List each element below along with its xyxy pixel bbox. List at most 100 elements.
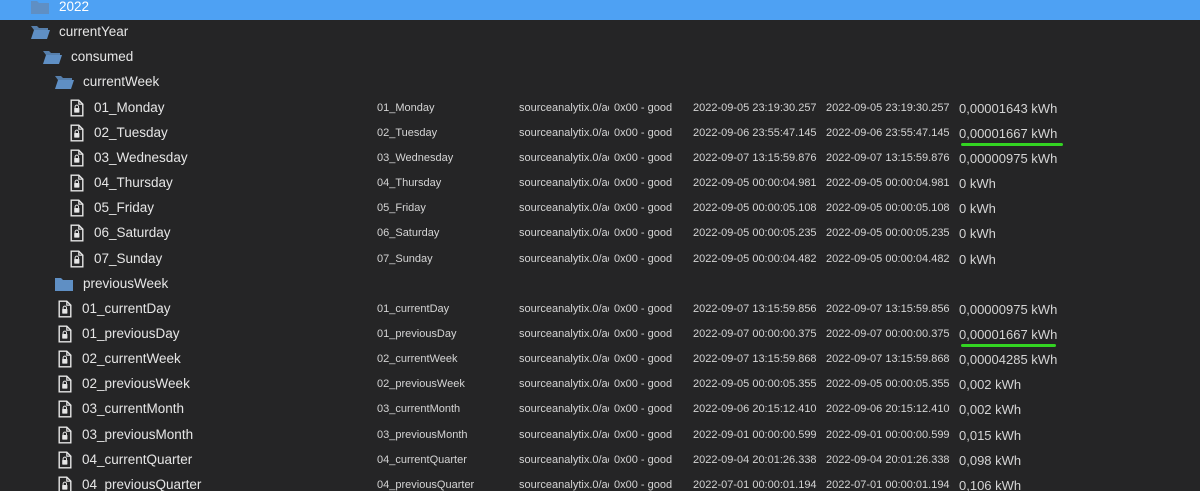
tree-row-state[interactable]: 03_Wednesday 03_Wednesday sourceanalytix.0… bbox=[0, 146, 1200, 171]
value-cell: 0,00001667 kWh bbox=[959, 326, 1058, 342]
file-lock-icon bbox=[58, 400, 76, 418]
status-cell: 0x00 - good bbox=[614, 353, 673, 366]
status-cell: 0x00 - good bbox=[614, 478, 673, 491]
status-cell: 0x00 - good bbox=[614, 327, 673, 340]
display-name-cell: 01_previousDay bbox=[377, 327, 457, 340]
display-name-cell: 07_Sunday bbox=[377, 252, 433, 265]
status-cell: 0x00 - good bbox=[614, 302, 673, 315]
file-lock-icon bbox=[58, 325, 76, 343]
display-name-cell: 04_Thursday bbox=[377, 177, 442, 189]
display-name-cell: 03_currentMonth bbox=[377, 403, 461, 416]
source-timestamp-cell: 2022-09-01 00:00:00.599 bbox=[693, 428, 817, 441]
file-lock-icon bbox=[70, 99, 88, 117]
node-path-cell: sourceanalytix.0/ad... bbox=[519, 126, 609, 139]
file-lock-icon bbox=[70, 149, 88, 167]
tree-row-state[interactable]: 02_previousWeek 02_previousWeek sourceanal… bbox=[0, 372, 1200, 397]
server-timestamp-cell: 2022-09-05 23:19:30.257 bbox=[826, 101, 950, 114]
node-path-cell: sourceanalytix.0/ad... bbox=[519, 327, 609, 340]
node-path-cell: sourceanalytix.0/ad... bbox=[519, 177, 609, 189]
status-cell: 0x00 - good bbox=[614, 126, 673, 139]
source-timestamp-cell: 2022-09-07 13:15:59.868 bbox=[693, 353, 817, 366]
server-timestamp-cell: 2022-09-05 00:00:05.355 bbox=[826, 378, 950, 391]
tree-row-state[interactable]: 01_currentDay 01_currentDay sourceanalytix… bbox=[0, 297, 1200, 322]
value-cell: 0 kWh bbox=[959, 251, 996, 267]
value-cell: 0,00000975 kWh bbox=[959, 301, 1058, 317]
source-timestamp-cell: 2022-09-07 13:15:59.876 bbox=[693, 151, 817, 164]
source-timestamp-cell: 2022-09-04 20:01:26.338 bbox=[693, 453, 817, 466]
file-lock-icon bbox=[58, 300, 76, 318]
display-name-cell: 04_currentQuarter bbox=[377, 453, 467, 466]
file-lock-icon bbox=[58, 451, 76, 469]
tree-row-folder[interactable]: 2022 bbox=[0, 0, 1200, 20]
display-name-cell: 03_Wednesday bbox=[377, 151, 454, 164]
tree-row-name: 06_Saturday bbox=[94, 225, 171, 241]
value-cell: 0,00001667 kWh bbox=[959, 125, 1058, 141]
node-path-cell: sourceanalytix.0/ad... bbox=[519, 378, 609, 391]
node-path-cell: sourceanalytix.0/ad... bbox=[519, 202, 609, 215]
tree-row-state[interactable]: 02_Tuesday 02_Tuesday sourceanalytix.0/ad.… bbox=[0, 121, 1200, 146]
server-timestamp-cell: 2022-09-05 00:00:04.981 bbox=[826, 177, 950, 189]
tree-row-folder[interactable]: currentWeek bbox=[0, 70, 1200, 95]
server-timestamp-cell: 2022-09-05 00:00:05.108 bbox=[826, 202, 950, 215]
tree-row-state[interactable]: 02_currentWeek 02_currentWeek sourceanalyt… bbox=[0, 347, 1200, 372]
tree-row-state[interactable]: 03_previousMonth 03_previousMonth sourcean… bbox=[0, 423, 1200, 448]
tree-row-folder[interactable]: previousWeek bbox=[0, 272, 1200, 297]
tree-row-state[interactable]: 04_previousQuarter 04_previousQuarter sour… bbox=[0, 473, 1200, 491]
status-cell: 0x00 - good bbox=[614, 252, 673, 265]
tree-row-state[interactable]: 05_Friday 05_Friday sourceanalytix.0/ad...… bbox=[0, 196, 1200, 221]
display-name-cell: 01_currentDay bbox=[377, 302, 450, 315]
server-timestamp-cell: 2022-09-07 00:00:00.375 bbox=[826, 327, 950, 340]
node-path-cell: sourceanalytix.0/ad... bbox=[519, 353, 609, 366]
status-cell: 0x00 - good bbox=[614, 428, 673, 441]
server-timestamp-cell: 2022-09-07 13:15:59.856 bbox=[826, 302, 950, 315]
tree-row-name: 01_currentDay bbox=[82, 300, 171, 316]
folder-open-icon bbox=[54, 74, 74, 92]
folder-icon bbox=[30, 0, 49, 17]
value-cell: 0,098 kWh bbox=[959, 452, 1022, 468]
source-timestamp-cell: 2022-09-05 00:00:04.981 bbox=[693, 177, 817, 189]
display-name-cell: 05_Friday bbox=[377, 202, 426, 215]
source-timestamp-cell: 2022-09-05 23:19:30.257 bbox=[693, 101, 817, 114]
node-path-cell: sourceanalytix.0/ad... bbox=[519, 403, 609, 416]
value-cell: 0,002 kWh bbox=[959, 402, 1022, 418]
status-cell: 0x00 - good bbox=[614, 101, 673, 114]
status-cell: 0x00 - good bbox=[614, 227, 673, 240]
source-timestamp-cell: 2022-09-05 00:00:05.355 bbox=[693, 378, 817, 391]
tree-row-name: 04_previousQuarter bbox=[82, 476, 202, 491]
tree-row-state[interactable]: 03_currentMonth 03_currentMonth sourceanal… bbox=[0, 397, 1200, 422]
folder-open-icon bbox=[30, 24, 50, 42]
tree-row-state[interactable]: 07_Sunday 07_Sunday sourceanalytix.0/ad...… bbox=[0, 247, 1200, 272]
source-timestamp-cell: 2022-09-05 00:00:05.235 bbox=[693, 227, 817, 240]
status-cell: 0x00 - good bbox=[614, 202, 673, 215]
tree-row-name: 02_currentWeek bbox=[82, 351, 181, 367]
server-timestamp-cell: 2022-09-07 13:15:59.876 bbox=[826, 151, 950, 164]
status-cell: 0x00 - good bbox=[614, 177, 673, 189]
tree-row-name: 04_currentQuarter bbox=[82, 451, 193, 467]
server-timestamp-cell: 2022-09-05 00:00:04.482 bbox=[826, 252, 950, 265]
tree-row-name: 02_previousWeek bbox=[82, 376, 190, 392]
tree-row-state[interactable]: 01_Monday 01_Monday sourceanalytix.0/ad...… bbox=[0, 96, 1200, 121]
status-cell: 0x00 - good bbox=[614, 378, 673, 391]
source-timestamp-cell: 2022-09-06 23:55:47.145 bbox=[693, 126, 817, 139]
tree-row-folder[interactable]: consumed bbox=[0, 45, 1200, 70]
server-timestamp-cell: 2022-09-04 20:01:26.338 bbox=[826, 453, 950, 466]
display-name-cell: 06_Saturday bbox=[377, 227, 440, 240]
display-name-cell: 02_previousWeek bbox=[377, 378, 465, 391]
tree-row-state[interactable]: 01_previousDay 01_previousDay sourceanalyt… bbox=[0, 322, 1200, 347]
source-timestamp-cell: 2022-09-05 00:00:05.108 bbox=[693, 202, 817, 215]
value-cell: 0,015 kWh bbox=[959, 427, 1022, 443]
node-path-cell: sourceanalytix.0/ad... bbox=[519, 101, 609, 114]
value-cell: 0,002 kWh bbox=[959, 377, 1022, 393]
tree-row-folder[interactable]: currentYear bbox=[0, 20, 1200, 45]
status-cell: 0x00 - good bbox=[614, 453, 673, 466]
server-timestamp-cell: 2022-09-06 20:15:12.410 bbox=[826, 403, 950, 416]
file-lock-icon bbox=[70, 224, 88, 242]
tree-row-name: consumed bbox=[71, 49, 134, 65]
node-path-cell: sourceanalytix.0/ad... bbox=[519, 151, 609, 164]
node-path-cell: sourceanalytix.0/ad... bbox=[519, 453, 609, 466]
value-cell: 0,00004285 kWh bbox=[959, 352, 1058, 368]
tree-row-state[interactable]: 04_Thursday 04_Thursday sourceanalytix.0/a… bbox=[0, 171, 1200, 196]
server-timestamp-cell: 2022-09-05 00:00:05.235 bbox=[826, 227, 950, 240]
tree-row-state[interactable]: 06_Saturday 06_Saturday sourceanalytix.0/a… bbox=[0, 221, 1200, 246]
tree-row-state[interactable]: 04_currentQuarter 04_currentQuarter source… bbox=[0, 448, 1200, 473]
